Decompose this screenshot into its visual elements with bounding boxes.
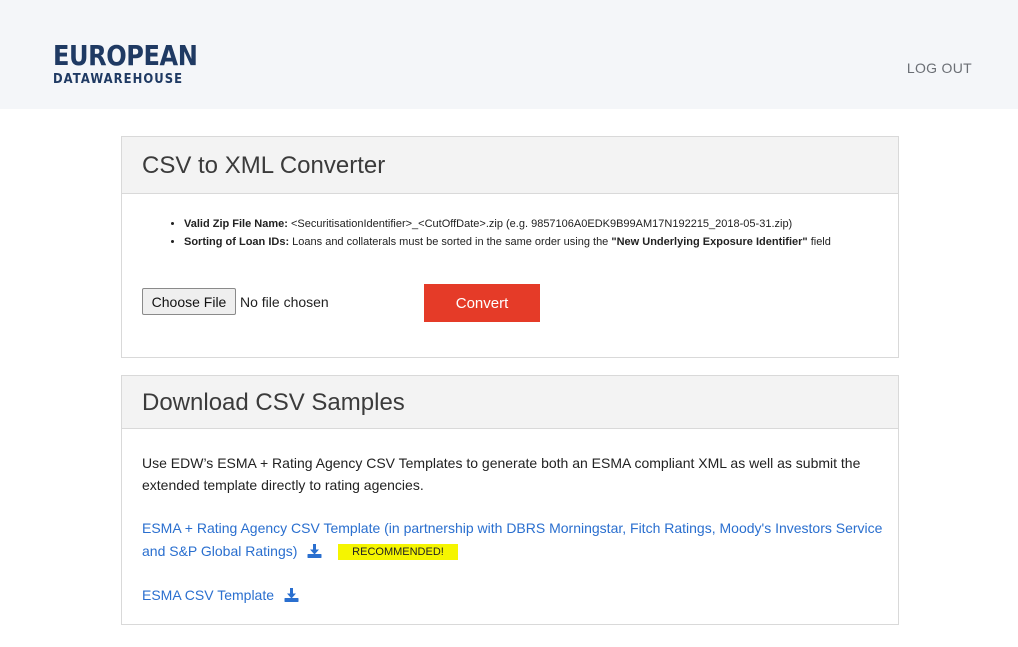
esma-template-row: ESMA CSV Template xyxy=(142,584,299,608)
rule-emphasis: "New Underlying Exposure Identifier" xyxy=(611,236,808,248)
download-csv-samples-panel: Download CSV Samples Use EDW’s ESMA + Ra… xyxy=(121,375,899,625)
rule-zip-file-name: Valid Zip File Name: <SecuritisationIden… xyxy=(184,215,884,233)
rating-agency-template-link[interactable]: ESMA + Rating Agency CSV Template (in pa… xyxy=(142,520,882,559)
logout-link[interactable]: LOG OUT xyxy=(907,60,972,76)
page-header: EUROPEAN DATAWAREHOUSE LOG OUT xyxy=(0,0,1018,109)
csv-to-xml-converter-panel: CSV to XML Converter Valid Zip File Name… xyxy=(121,136,899,358)
convert-button[interactable]: Convert xyxy=(424,284,540,322)
logo-line-2: DATAWAREHOUSE xyxy=(53,71,184,87)
file-status-text: No file chosen xyxy=(240,294,329,310)
logo-line-1: EUROPEAN xyxy=(53,39,198,72)
download-icon[interactable] xyxy=(284,586,299,608)
rule-sorting-loan-ids: Sorting of Loan IDs: Loans and collatera… xyxy=(184,233,884,251)
rule-text: <SecuritisationIdentifier>_<CutOffDate>.… xyxy=(290,218,793,230)
converter-rules-list: Valid Zip File Name: <SecuritisationIden… xyxy=(184,215,884,251)
samples-panel-title: Download CSV Samples xyxy=(122,376,898,429)
esma-csv-template-link[interactable]: ESMA CSV Template xyxy=(142,587,274,603)
choose-file-button[interactable]: Choose File xyxy=(142,288,236,315)
rule-label: Sorting of Loan IDs: xyxy=(184,236,290,248)
download-icon[interactable] xyxy=(307,542,322,565)
rating-agency-template-row: ESMA + Rating Agency CSV Template (in pa… xyxy=(142,517,887,565)
rule-text: Loans and collaterals must be sorted in … xyxy=(292,236,609,248)
recommended-badge: RECOMMENDED! xyxy=(338,544,458,560)
samples-description: Use EDW’s ESMA + Rating Agency CSV Templ… xyxy=(142,455,861,493)
converter-panel-title: CSV to XML Converter xyxy=(122,137,898,194)
european-datawarehouse-logo[interactable]: EUROPEAN DATAWAREHOUSE xyxy=(53,39,221,88)
rule-text-end: field xyxy=(810,236,831,248)
rule-label: Valid Zip File Name: xyxy=(184,218,288,230)
